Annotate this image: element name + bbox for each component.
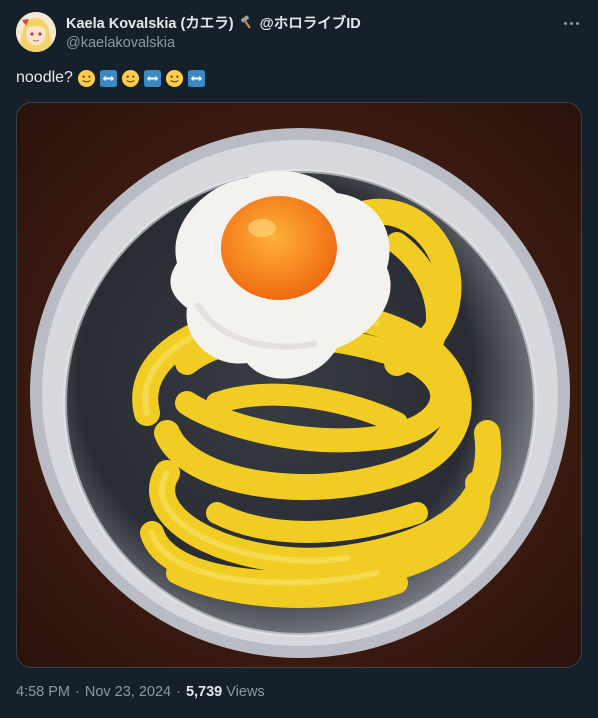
meta-separator: · — [176, 684, 181, 700]
author-handle[interactable]: @kaelakovalskia — [66, 35, 536, 53]
tweet-time[interactable]: 4:58 PM — [16, 684, 70, 700]
author-display-name[interactable]: Kaela Kovalskia (カエラ) — [66, 12, 234, 33]
tweet-date[interactable]: Nov 23, 2024 — [85, 684, 171, 700]
left-right-arrow-icon — [187, 69, 206, 87]
author-names: Kaela Kovalskia (カエラ) @ホロライブID @kaelakov… — [66, 13, 536, 53]
avatar[interactable] — [16, 12, 56, 52]
more-options-icon[interactable] — [560, 14, 582, 32]
views-count[interactable]: 5,739 — [186, 684, 222, 700]
tweet-meta: 4:58 PM · Nov 23, 2024 · 5,739 Views — [16, 684, 265, 700]
slightly-smiling-face-icon — [165, 69, 184, 87]
left-right-arrow-icon — [143, 69, 162, 87]
slightly-smiling-face-icon — [121, 69, 140, 87]
noodle-candy-photo — [17, 103, 581, 667]
tweet-text-content: noodle? — [16, 69, 73, 86]
display-name-row: Kaela Kovalskia (カエラ) @ホロライブID — [66, 12, 536, 33]
avatar-illustration — [16, 12, 56, 52]
meta-separator: · — [75, 684, 80, 700]
tweet-text: noodle? — [16, 66, 209, 90]
slightly-smiling-face-icon — [77, 69, 96, 87]
left-right-arrow-icon — [99, 69, 118, 87]
hammer-icon — [239, 14, 255, 30]
views-label: Views — [226, 684, 265, 700]
tweet-header: Kaela Kovalskia (カエラ) @ホロライブID @kaelakov… — [16, 12, 582, 54]
tweet-photo[interactable] — [16, 102, 582, 668]
author-affiliation[interactable]: @ホロライブID — [260, 12, 361, 33]
